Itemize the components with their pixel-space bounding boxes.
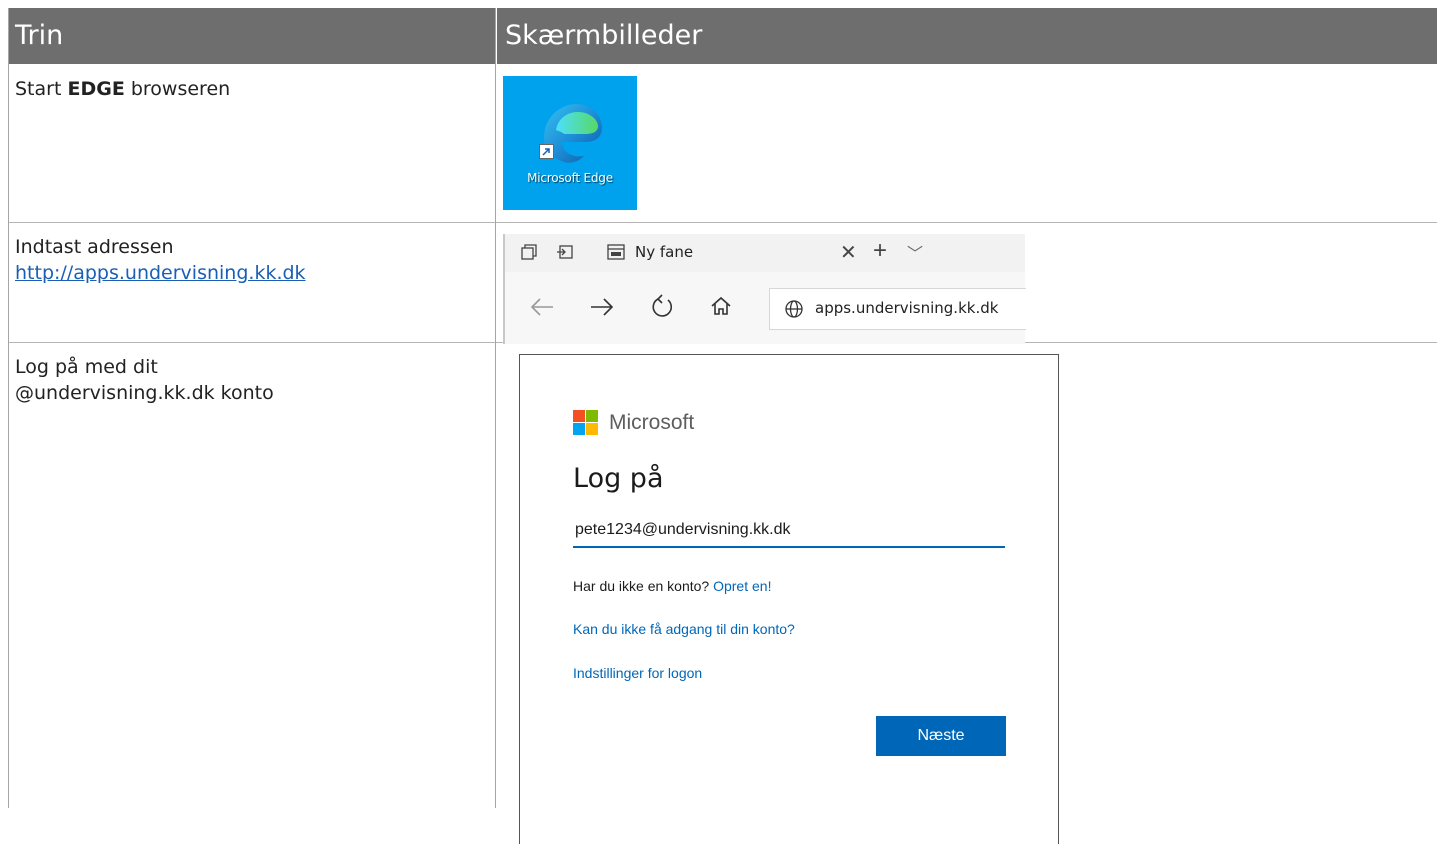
login-title: Log på (573, 463, 664, 494)
no-account-text: Har du ikke en konto? (573, 578, 710, 594)
step-text: Log på med dit (15, 356, 158, 378)
back-icon[interactable] (529, 294, 555, 320)
browser-snippet: Ny fane ✕ + ﹀ apps.undervisning.kk.dk (503, 234, 1026, 344)
edge-shortcut-label: Microsoft Edge (527, 171, 613, 185)
no-account-row: Har du ikke en konto? Opret en! (573, 578, 771, 594)
globe-icon (785, 300, 803, 318)
chevron-down-icon[interactable]: ﹀ (907, 240, 923, 264)
sign-in-options-link[interactable]: Indstillinger for logon (573, 665, 702, 681)
shortcut-arrow-icon (539, 144, 554, 159)
microsoft-brand: Microsoft (609, 411, 695, 434)
tab-page-icon (607, 244, 625, 260)
refresh-icon[interactable] (649, 294, 675, 320)
step-text: Start (15, 78, 68, 100)
new-tab-icon[interactable]: + (873, 237, 887, 265)
screenshot-cell: Ny fane ✕ + ﹀ apps.undervisning.kk.dk (497, 222, 1437, 344)
create-account-link[interactable]: Opret en! (713, 578, 771, 594)
table-row: Log på med dit @undervisning.kk.dk konto… (9, 342, 1437, 844)
address-bar[interactable]: apps.undervisning.kk.dk (769, 288, 1026, 330)
cant-access-link[interactable]: Kan du ikke få adgang til din konto? (573, 621, 795, 637)
table-row: Indtast adressen http://apps.undervisnin… (9, 222, 1437, 344)
microsoft-logo-icon (573, 410, 598, 435)
step-cell: Start EDGE browseren (9, 64, 496, 222)
address-link[interactable]: http://apps.undervisning.kk.dk (15, 262, 306, 284)
edge-desktop-shortcut[interactable]: Microsoft Edge (503, 76, 637, 210)
tab-bar: Ny fane ✕ + ﹀ (505, 234, 1025, 272)
forward-icon[interactable] (589, 294, 615, 320)
set-aside-tabs-icon[interactable] (557, 244, 573, 260)
table-row: Start EDGE browseren Microsoft Edge (9, 64, 1437, 223)
tab-title: Ny fane (635, 243, 694, 261)
tab-groups-icon[interactable] (521, 244, 537, 260)
step-text: Indtast adressen (15, 236, 174, 258)
step-cell: Indtast adressen http://apps.undervisnin… (9, 222, 496, 342)
home-icon[interactable] (709, 294, 733, 318)
step-cell: Log på med dit @undervisning.kk.dk konto (9, 342, 496, 808)
next-button[interactable]: Næste (876, 716, 1006, 756)
email-field[interactable] (573, 518, 1005, 548)
ms-login-dialog: Microsoft Log på Har du ikke en konto? O… (519, 354, 1059, 844)
step-text-line2: @undervisning.kk.dk konto (15, 382, 274, 404)
nav-bar: apps.undervisning.kk.dk (505, 272, 1026, 344)
screenshot-cell: Microsoft Log på Har du ikke en konto? O… (497, 342, 1437, 844)
close-tab-icon[interactable]: ✕ (840, 240, 857, 265)
address-text: apps.undervisning.kk.dk (815, 299, 999, 317)
header-screenshots: Skærmbilleder (497, 8, 1437, 64)
header-step: Trin (9, 8, 496, 64)
step-text-after: browseren (124, 78, 231, 100)
step-text-bold: EDGE (67, 78, 125, 100)
screenshot-cell: Microsoft Edge (497, 64, 1437, 222)
instruction-table: Trin Skærmbilleder Start EDGE browseren (8, 8, 1437, 844)
